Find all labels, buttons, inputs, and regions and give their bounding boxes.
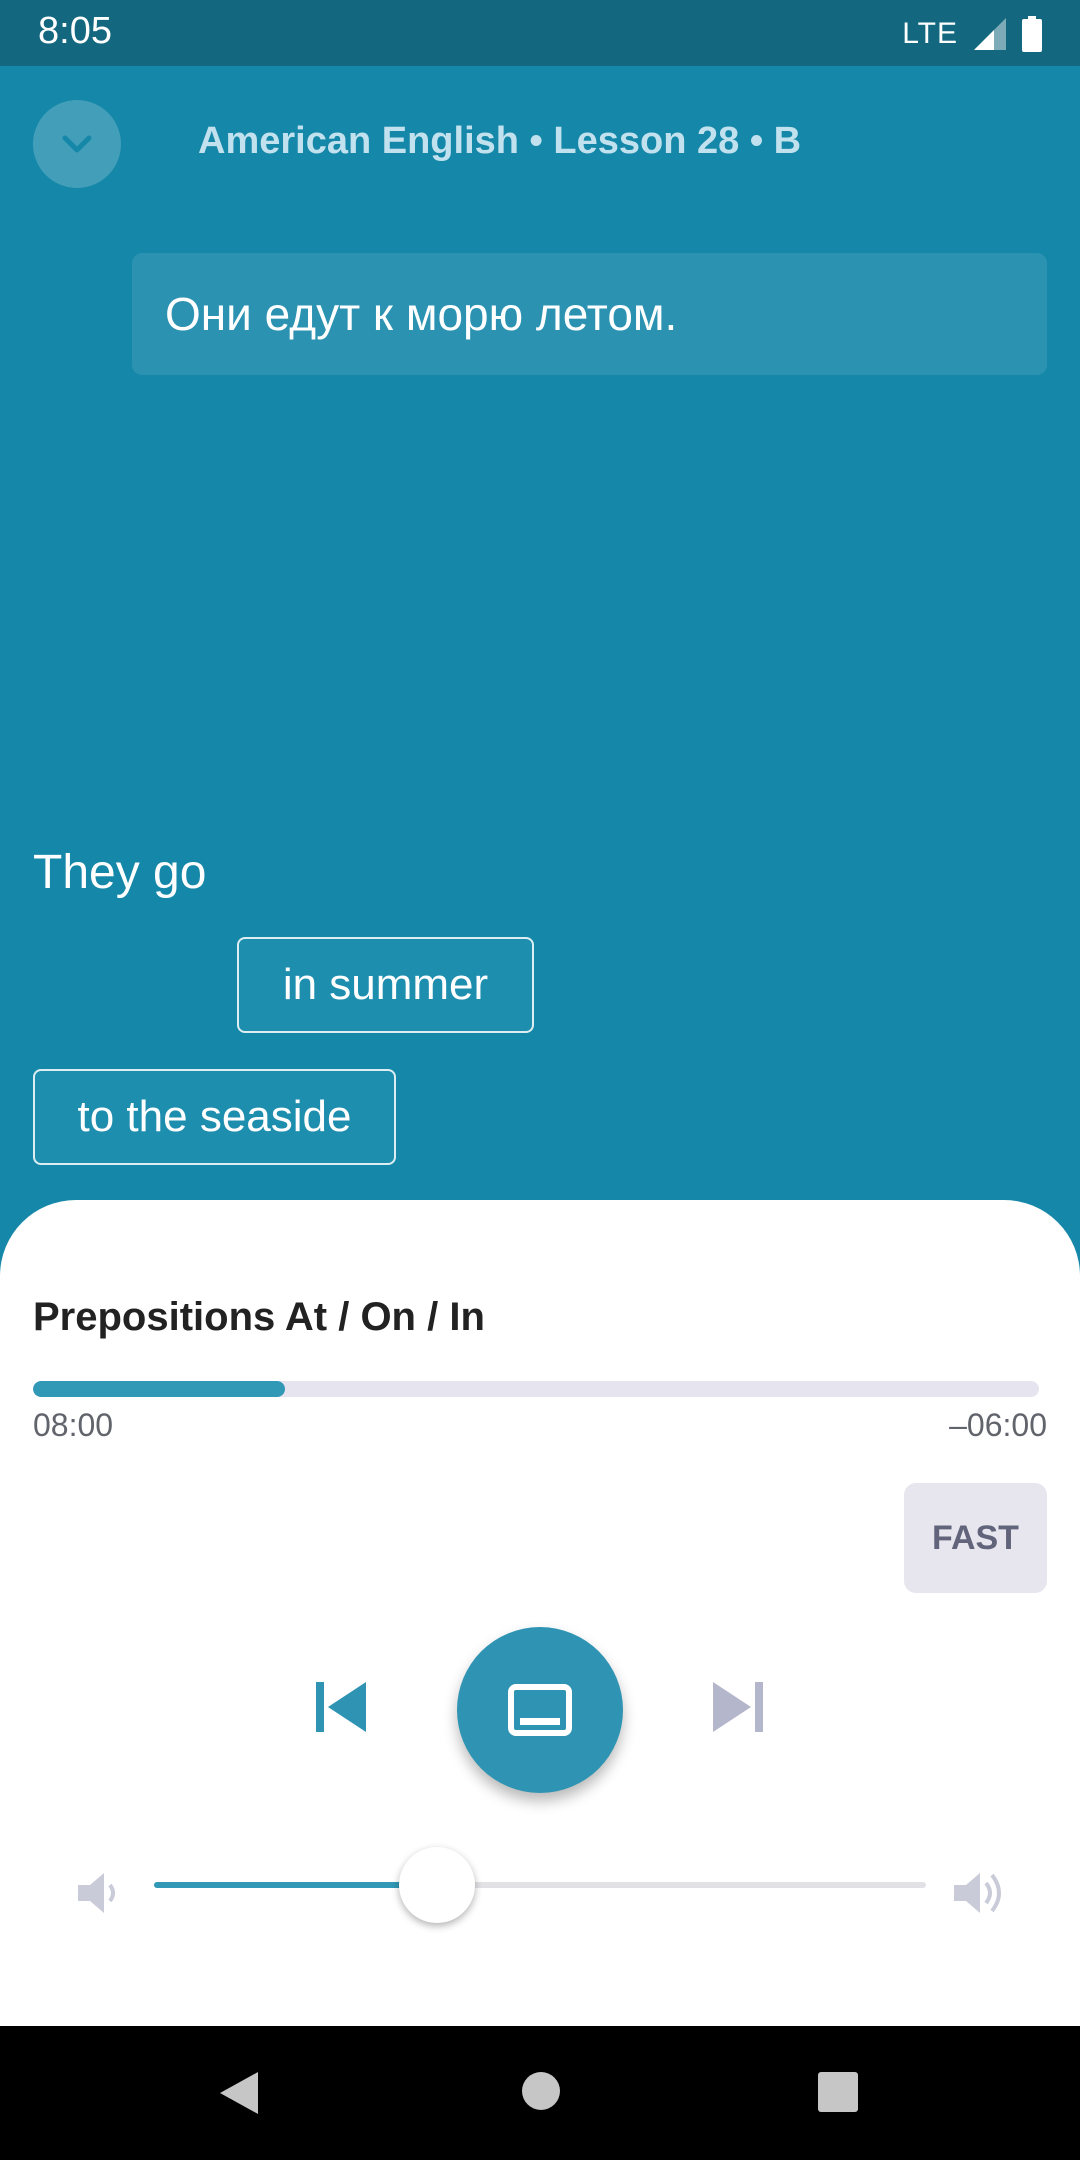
play-button[interactable] <box>457 1627 623 1793</box>
time-elapsed: 08:00 <box>33 1407 114 1443</box>
progress-bar[interactable] <box>33 1381 1039 1397</box>
lesson-header: American English • Lesson 28 • B <box>0 66 1080 226</box>
lesson-title: American English • Lesson 28 • B <box>198 120 802 162</box>
nav-home-icon[interactable] <box>522 2072 560 2110</box>
word-chip-label: to the seaside <box>77 1092 352 1141</box>
battery-icon <box>1022 16 1042 52</box>
volume-thumb[interactable] <box>398 1847 475 1923</box>
volume-control <box>0 1840 1080 1930</box>
volume-low-icon[interactable] <box>72 1865 128 1921</box>
speed-button[interactable]: FAST <box>904 1483 1047 1593</box>
answer-text: They go <box>33 846 207 899</box>
next-button[interactable] <box>698 1667 778 1747</box>
status-indicators: LTE <box>902 12 1042 56</box>
network-type: LTE <box>902 17 958 50</box>
prompt-text: Они едут к морю летом. <box>165 288 678 340</box>
speed-label: FAST <box>932 1518 1019 1557</box>
chevron-down-icon <box>62 135 92 153</box>
prompt-card: Они едут к морю летом. <box>132 253 1047 375</box>
volume-high-icon[interactable] <box>950 1865 1010 1921</box>
collapse-button[interactable] <box>33 100 121 188</box>
time-remaining: –06:00 <box>949 1407 1047 1443</box>
nav-back-icon[interactable] <box>214 2068 264 2118</box>
nav-recents-icon[interactable] <box>818 2072 858 2112</box>
status-time: 8:05 <box>38 10 112 52</box>
word-chip[interactable]: to the seaside <box>33 1069 396 1165</box>
track-title: Prepositions At / On / In <box>33 1295 485 1339</box>
system-nav-bar <box>0 2026 1080 2160</box>
volume-slider[interactable] <box>154 1847 926 1923</box>
signal-icon <box>974 18 1006 50</box>
previous-button[interactable] <box>301 1667 381 1747</box>
status-bar: 8:05 LTE <box>0 0 1080 66</box>
volume-fill <box>154 1882 437 1888</box>
subtitles-icon <box>508 1684 572 1736</box>
skip-next-icon <box>713 1682 763 1732</box>
progress-fill <box>33 1381 285 1397</box>
skip-previous-icon <box>316 1682 366 1732</box>
word-chip[interactable]: in summer <box>237 937 534 1033</box>
word-chip-label: in summer <box>282 960 489 1009</box>
